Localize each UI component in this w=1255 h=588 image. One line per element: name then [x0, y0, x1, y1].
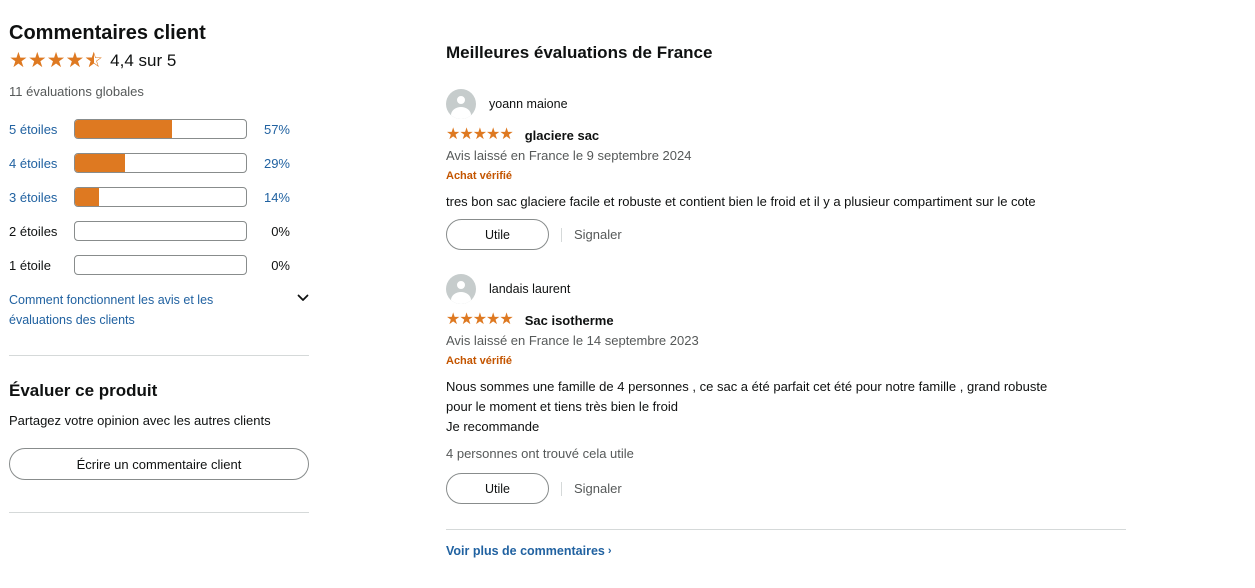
histogram-bar [74, 153, 247, 173]
how-reviews-work-link[interactable]: Comment fonctionnent les avis et les éva… [9, 290, 309, 330]
see-more-reviews-link[interactable]: Voir plus de commentaires › [446, 544, 612, 558]
histogram-label: 1 étoile [9, 257, 51, 273]
histogram-row-3[interactable]: 3 étoiles 14% [9, 187, 309, 207]
reviewer-name[interactable]: yoann maione [489, 97, 568, 111]
histogram-bar [74, 221, 247, 241]
how-reviews-work-text: Comment fonctionnent les avis et les éva… [9, 293, 214, 327]
evaluate-product-subtitle: Partagez votre opinion avec les autres c… [9, 413, 271, 428]
star-full-icon: ★ [27, 49, 47, 72]
histogram-bar-fill [75, 120, 173, 138]
histogram-bar [74, 255, 247, 275]
review-actions: Utile Signaler [446, 473, 622, 504]
histogram-row-1: 1 étoile 0% [9, 255, 309, 275]
evaluate-product-title: Évaluer ce produit [9, 381, 158, 400]
review-title[interactable]: glaciere sac [525, 128, 599, 143]
divider [9, 512, 309, 513]
five-stars-icon: ★★★★★ [446, 311, 514, 328]
chevron-right-icon: › [607, 545, 612, 557]
histogram-row-2: 2 étoiles 0% [9, 221, 309, 241]
reviewer-profile[interactable]: landais laurent [446, 274, 570, 304]
avatar-icon [446, 274, 476, 304]
review-actions: Utile Signaler [446, 219, 622, 250]
histogram-label[interactable]: 5 étoiles [9, 122, 74, 137]
histogram-percent: 0% [271, 223, 290, 239]
review-rating[interactable]: ★★★★★ Sac isotherme [446, 311, 614, 329]
global-ratings-count: 11 évaluations globales [9, 84, 144, 99]
review-body: tres bon sac glaciere facile et robuste … [446, 192, 1136, 212]
separator [561, 481, 562, 496]
customer-reviews-title: Commentaires client [9, 22, 206, 44]
histogram-bar-fill [75, 188, 99, 206]
review-rating[interactable]: ★★★★★ glaciere sac [446, 126, 599, 144]
review-body-line: Nous sommes une famille de 4 personnes ,… [446, 379, 1048, 394]
histogram-bar [74, 119, 247, 139]
five-stars-icon: ★★★★★ [446, 126, 514, 143]
histogram-label: 2 étoiles [9, 223, 58, 239]
star-half-icon: ☆★ [84, 49, 104, 72]
review-title[interactable]: Sac isotherme [525, 313, 614, 328]
chevron-down-icon[interactable] [297, 292, 309, 304]
histogram-bar [74, 187, 247, 207]
divider [9, 355, 309, 356]
write-review-button[interactable]: Écrire un commentaire client [9, 448, 309, 480]
reviewer-name[interactable]: landais laurent [489, 282, 570, 296]
review-body-line: pour le moment et tiens très bien le fro… [446, 399, 678, 414]
helpful-button[interactable]: Utile [446, 219, 549, 250]
found-helpful-count: 4 personnes ont trouvé cela utile [446, 446, 634, 461]
star-full-icon: ★ [65, 49, 85, 72]
verified-purchase-badge: Achat vérifié [446, 170, 513, 182]
review-body-line: tres bon sac glaciere facile et robuste … [446, 194, 1036, 209]
top-reviews-title: Meilleures évaluations de France [446, 43, 713, 62]
report-link[interactable]: Signaler [574, 481, 622, 496]
star-full-icon: ★ [46, 49, 66, 72]
star-full-icon: ★ [9, 49, 28, 72]
histogram-bar-fill [75, 154, 125, 172]
verified-purchase-badge: Achat vérifié [446, 355, 513, 367]
review-body: Nous sommes une famille de 4 personnes ,… [446, 377, 1136, 437]
histogram-label[interactable]: 3 étoiles [9, 190, 74, 205]
helpful-button[interactable]: Utile [446, 473, 549, 504]
divider [446, 529, 1126, 530]
review-date: Avis laissé en France le 9 septembre 202… [446, 148, 692, 163]
histogram-percent: 0% [271, 257, 290, 273]
histogram-row-5[interactable]: 5 étoiles 57% [9, 119, 309, 139]
see-more-reviews-text: Voir plus de commentaires [446, 544, 605, 558]
average-stars: ★ ★ ★ ★ ☆★ [9, 50, 103, 72]
report-link[interactable]: Signaler [574, 227, 622, 242]
histogram-label[interactable]: 4 étoiles [9, 156, 74, 171]
avatar-icon [446, 89, 476, 119]
reviewer-profile[interactable]: yoann maione [446, 89, 568, 119]
histogram-row-4[interactable]: 4 étoiles 29% [9, 153, 309, 173]
review-body-line: Je recommande [446, 419, 540, 434]
average-rating-text: 4,4 sur 5 [110, 51, 177, 70]
separator [561, 227, 562, 242]
histogram-percent[interactable]: 57% [247, 122, 290, 137]
average-rating[interactable]: ★ ★ ★ ★ ☆★ 4,4 sur 5 [9, 50, 176, 72]
review-date: Avis laissé en France le 14 septembre 20… [446, 333, 699, 348]
histogram-percent[interactable]: 29% [247, 156, 290, 171]
histogram-percent[interactable]: 14% [247, 190, 290, 205]
